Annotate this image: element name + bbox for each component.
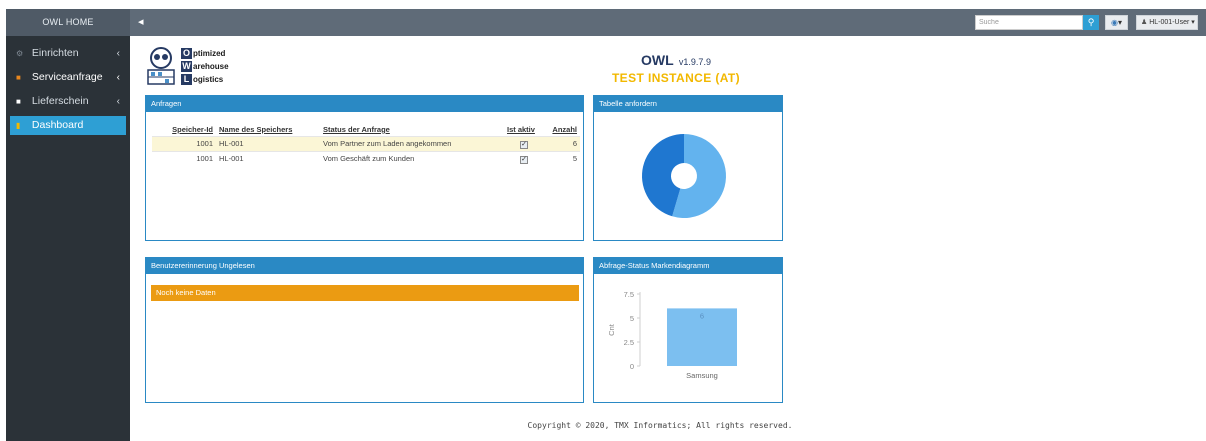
sidebar-item-label: Lieferschein	[31, 95, 89, 107]
requests-table: Speicher-Id Name des Speichers Status de…	[152, 123, 580, 166]
cell-storage-name: HL-001	[216, 135, 320, 151]
sidebar-item-einrichten[interactable]: ⚙ Einrichten ‹	[10, 44, 126, 63]
search-button[interactable]: ⚲	[1083, 15, 1099, 30]
app-version: v1.9.7.9	[678, 57, 711, 67]
chevron-left-icon: ‹	[116, 48, 120, 59]
user-label: HL-001-User	[1149, 19, 1190, 26]
bar-chart-icon: ▮	[16, 121, 21, 130]
column-header-count[interactable]: Anzahl	[544, 123, 580, 136]
requests-panel-title: Anfragen	[146, 96, 583, 112]
x-tick-label: Samsung	[686, 371, 718, 380]
cell-storage-id: 1001	[152, 135, 216, 151]
logo-line-optimized: Optimized	[181, 48, 226, 59]
cell-request-status: Vom Partner zum Laden angekommen	[320, 135, 504, 151]
reminder-panel-title: Benutzererinnerung Ungelesen	[146, 258, 583, 274]
cell-storage-name: HL-001	[216, 150, 320, 166]
no-data-alert: Noch keine Daten	[151, 285, 579, 301]
status-chart-panel-title: Abfrage-Status Markendiagramm	[594, 258, 782, 274]
sidebar-item-lieferschein[interactable]: ■ Lieferschein ‹	[10, 92, 126, 111]
owl-logo: Optimized Warehouse Logistics	[146, 44, 266, 92]
cell-storage-id: 1001	[152, 150, 216, 166]
column-header-request-status[interactable]: Status der Anfrage	[320, 123, 504, 136]
app-title: OWL v1.9.7.9 TEST INSTANCE (AT)	[560, 52, 792, 85]
y-axis-label: Cnt	[607, 323, 616, 336]
gear-icon: ⚙	[16, 49, 24, 58]
cell-is-active: ✓	[504, 135, 544, 151]
status-chart-panel: Abfrage-Status Markendiagramm 0 2.5 5 7.5 Cn…	[593, 257, 783, 403]
sidebar-item-dashboard[interactable]: ▮ Dashboard	[10, 116, 126, 135]
column-header-storage-id[interactable]: Speicher-Id	[152, 123, 216, 136]
sidebar-item-label: Dashboard	[31, 119, 84, 131]
app-root: OWL HOME ⚙ Einrichten ‹ ■ Serviceanfrage…	[0, 0, 1206, 441]
sidebar: OWL HOME ⚙ Einrichten ‹ ■ Serviceanfrage…	[6, 9, 130, 441]
active-checkbox[interactable]: ✓	[520, 140, 528, 149]
app-name: OWL	[641, 52, 674, 68]
logo-line-warehouse: Warehouse	[181, 61, 229, 72]
search-icon: ⚲	[1087, 17, 1095, 27]
y-tick-label: 2.5	[624, 338, 634, 347]
file-icon: ■	[16, 97, 21, 106]
globe-icon: ◉	[1111, 18, 1118, 27]
column-header-storage-name[interactable]: Name des Speichers	[216, 123, 320, 136]
copyright-text: Copyright © 2020, TMX Informatics; All r…	[527, 421, 793, 430]
chevron-left-icon: ‹	[116, 72, 120, 83]
table-row[interactable]: 1001 HL-001 Vom Partner zum Laden angeko…	[152, 135, 580, 151]
sidebar-item-label: Einrichten	[31, 47, 79, 59]
caret-down-icon: ▾	[1117, 18, 1122, 27]
sidebar-toggle-icon[interactable]: ◂	[138, 15, 144, 28]
language-dropdown-button[interactable]: ◉▾	[1105, 15, 1128, 30]
column-header-is-active[interactable]: Ist aktiv	[504, 123, 544, 136]
logo-line-logistics: Logistics	[181, 74, 223, 86]
user-menu-button[interactable]: ♟ HL-001-User ▾	[1136, 15, 1198, 30]
chevron-left-icon: ‹	[116, 96, 120, 107]
status-bar-chart: 0 2.5 5 7.5 Cnt 6 Samsung	[607, 290, 737, 380]
request-table-panel-title: Tabelle anfordern	[594, 96, 782, 112]
inbox-icon: ■	[16, 73, 21, 82]
caret-down-icon: ▾	[1191, 19, 1195, 26]
top-bar: ◂ ⚲ ◉▾ ♟ HL-001-User ▾	[130, 9, 1206, 36]
request-donut-chart	[642, 134, 726, 218]
y-tick-label: 5	[630, 314, 634, 323]
cell-count: 6	[544, 135, 580, 151]
instance-label: TEST INSTANCE (AT)	[611, 71, 741, 85]
request-table-panel: Tabelle anfordern	[593, 95, 783, 241]
y-tick-label: 7.5	[624, 290, 634, 299]
table-row[interactable]: 1001 HL-001 Vom Geschäft zum Kunden ✓ 5	[152, 150, 580, 166]
owl-logo-graphic	[147, 47, 175, 85]
sidebar-item-serviceanfrage[interactable]: ■ Serviceanfrage ‹	[10, 68, 126, 87]
cell-is-active: ✓	[504, 150, 544, 166]
reminder-panel: Benutzererinnerung Ungelesen Noch keine …	[145, 257, 584, 403]
sidebar-item-label: Serviceanfrage	[31, 71, 103, 83]
user-icon: ♟	[1141, 19, 1148, 26]
brand-home-link[interactable]: OWL HOME	[6, 9, 130, 36]
bar-data-label: 6	[700, 311, 704, 320]
cell-count: 5	[544, 150, 580, 166]
requests-panel: Anfragen Speicher-Id Name des Speichers …	[145, 95, 584, 241]
cell-request-status: Vom Geschäft zum Kunden	[320, 150, 504, 166]
active-checkbox[interactable]: ✓	[520, 155, 528, 164]
y-tick-label: 0	[630, 362, 634, 371]
search-input[interactable]	[975, 15, 1083, 30]
